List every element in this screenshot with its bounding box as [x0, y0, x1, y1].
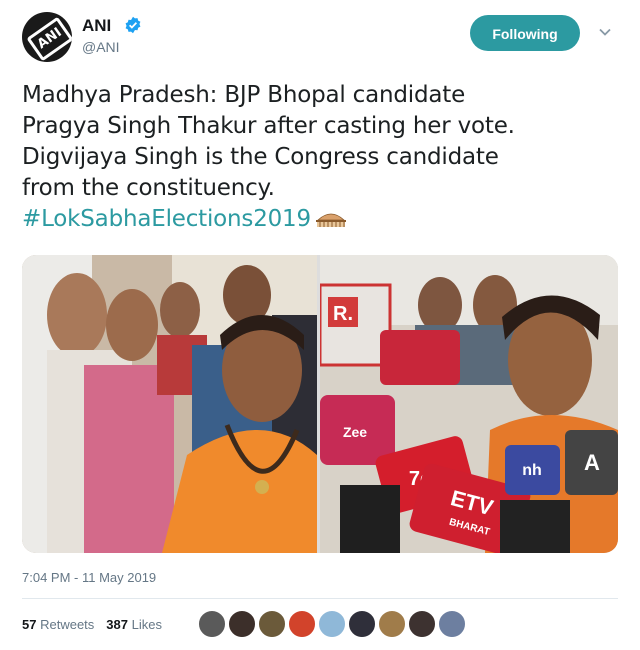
verified-badge-icon — [125, 16, 141, 34]
parliament-icon — [315, 213, 346, 227]
author-handle[interactable]: @ANI — [82, 39, 120, 55]
liker-avatar[interactable] — [438, 610, 466, 638]
retweets-label: Retweets — [40, 617, 95, 632]
likes-label: Likes — [131, 617, 162, 632]
tweet-text-line: Madhya Pradesh: BJP Bhopal candidate — [22, 82, 466, 108]
tweet-text: Madhya Pradesh: BJP Bhopal candidate Pra… — [22, 80, 622, 235]
mic-label: nh — [522, 462, 542, 479]
author-avatar[interactable]: ANI — [22, 12, 72, 62]
liker-avatar[interactable] — [228, 610, 256, 638]
liker-avatar[interactable] — [408, 610, 436, 638]
tweet-text-line: Digvijaya Singh is the Congress candidat… — [22, 144, 499, 170]
liker-avatar[interactable] — [258, 610, 286, 638]
likes-count: 387 — [106, 617, 128, 632]
tweet-timestamp[interactable]: 7:04 PM - 11 May 2019 — [22, 570, 156, 585]
tweet-header: ANI ANI @ANI Following — [22, 12, 618, 62]
mic-label: Zee — [343, 424, 367, 440]
retweets-stat[interactable]: 57 Retweets — [22, 617, 94, 632]
liker-avatar[interactable] — [318, 610, 346, 638]
mic-label: A — [584, 450, 600, 475]
liker-avatar[interactable] — [198, 610, 226, 638]
tweet-text-line: Pragya Singh Thakur after casting her vo… — [22, 113, 515, 139]
tweet-text-line: from the constituency. — [22, 175, 275, 201]
photo-candidate-microphones[interactable]: R. Zee 7c ETV BHARAT nh A — [320, 255, 618, 553]
tweet-stats: 57 Retweets 387 Likes — [22, 617, 162, 632]
liker-avatar[interactable] — [378, 610, 406, 638]
tweet-media[interactable]: R. Zee 7c ETV BHARAT nh A — [22, 255, 618, 553]
liker-avatar[interactable] — [348, 610, 376, 638]
ani-logo: ANI — [26, 16, 72, 62]
divider — [22, 598, 618, 599]
photo-candidate-crowd[interactable] — [22, 255, 317, 553]
chevron-down-icon[interactable] — [598, 25, 612, 39]
hashtag-link[interactable]: #LokSabhaElections2019 — [22, 206, 311, 232]
retweets-count: 57 — [22, 617, 37, 632]
mic-label: R. — [333, 303, 353, 325]
following-button[interactable]: Following — [470, 15, 580, 51]
likes-stat[interactable]: 387 Likes — [106, 617, 162, 632]
author-name[interactable]: ANI — [82, 16, 111, 36]
liker-avatar[interactable] — [288, 610, 316, 638]
